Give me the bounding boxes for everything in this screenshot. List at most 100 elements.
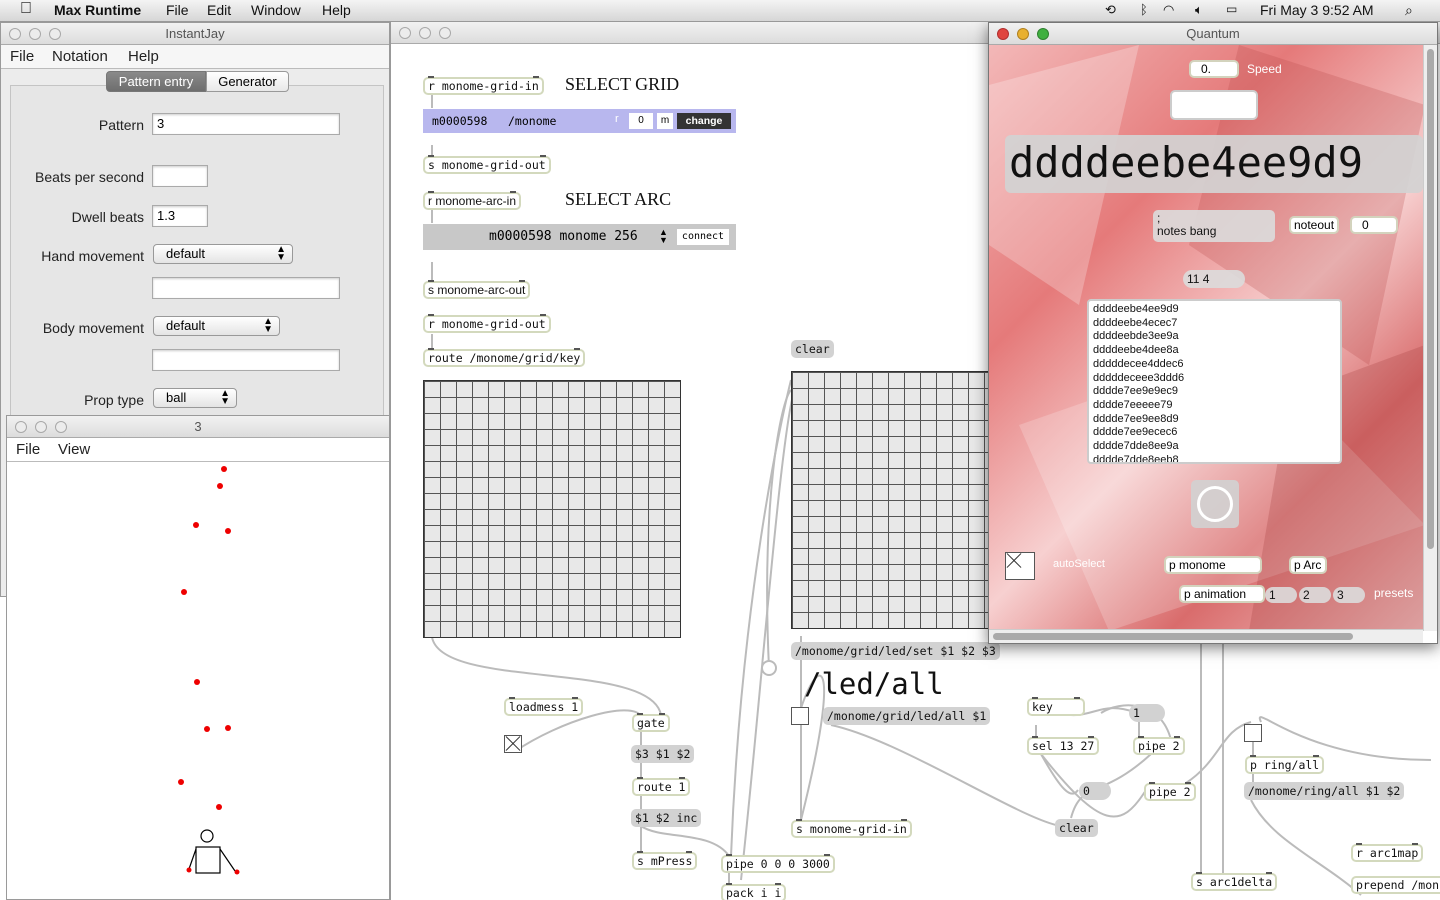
pipe-2-object-b[interactable]: pipe 2 <box>1144 782 1196 801</box>
zoom-button[interactable] <box>55 421 67 433</box>
close-button[interactable] <box>997 28 1009 40</box>
preset-2-button[interactable]: 2 <box>1299 587 1331 603</box>
ring-toggle[interactable] <box>1244 724 1262 742</box>
arc-menu-arrow-icon[interactable]: ▲ ▼ <box>659 228 668 245</box>
hand-movement-custom-field[interactable] <box>152 277 340 299</box>
autoselect-toggle[interactable] <box>1005 552 1035 580</box>
number-zero-message[interactable]: 0 <box>1079 782 1111 800</box>
body-movement-custom-field[interactable] <box>152 349 340 371</box>
loadmess-object[interactable]: loadmess 1 <box>504 697 584 716</box>
pattern-list-item[interactable]: dddddeceee3ddd6 <box>1093 372 1336 386</box>
menu-window[interactable]: Window <box>251 2 301 18</box>
hand-movement-select[interactable]: default ▲ ▼ <box>153 244 293 264</box>
pattern-list-item[interactable]: dddde7dde8eeb8 <box>1093 454 1336 462</box>
inc-message[interactable]: $1 $2 inc <box>631 809 702 827</box>
zoom-button[interactable] <box>49 28 61 40</box>
led-all-button[interactable] <box>761 660 777 676</box>
menu-help[interactable]: Help <box>322 2 351 18</box>
pipe-3000-object[interactable]: pipe 0 0 0 3000 <box>721 854 835 873</box>
apple-menu-icon[interactable]:  <box>20 0 32 18</box>
menubar-clock[interactable]: Fri May 3 9:52 AM <box>1260 2 1374 18</box>
anim-menu-file[interactable]: File <box>16 441 40 458</box>
pattern-list-item[interactable]: ddddeebe4dee8a <box>1093 344 1336 358</box>
clear-message-2[interactable]: clear <box>1055 819 1098 837</box>
minimize-button[interactable] <box>35 421 47 433</box>
pattern-list-item[interactable]: dddddecee4ddec6 <box>1093 358 1336 372</box>
arc-device-menu[interactable]: m0000598 monome 256 <box>489 229 638 244</box>
menu-file[interactable]: File <box>166 2 189 18</box>
pattern-list-item[interactable]: ddddeebe4ecec7 <box>1093 317 1336 331</box>
led-set-message[interactable]: /monome/grid/led/set $1 $2 $3 <box>791 642 1000 660</box>
pattern-list-item[interactable]: ddddeebe4ee9d9 <box>1093 303 1336 317</box>
key-object[interactable]: key <box>1027 697 1085 716</box>
s-monome-grid-out-object[interactable]: s monome-grid-out <box>423 155 551 174</box>
quantum-scrollbar-h[interactable] <box>989 629 1423 643</box>
bluetooth-icon[interactable]: ᛒ <box>1140 2 1148 17</box>
pattern-list-item[interactable]: dddde7dde8ee9a <box>1093 440 1336 454</box>
s-monome-grid-in-object[interactable]: s monome-grid-in <box>791 819 912 838</box>
r-arc1map-object[interactable]: r arc1map <box>1351 843 1424 862</box>
gate-toggle[interactable] <box>504 735 522 753</box>
quantum-scrollbar-v[interactable] <box>1423 45 1437 631</box>
pattern-list-item[interactable]: dddde7ee9ee8d9 <box>1093 413 1336 427</box>
quantum-scrollbar-h-thumb[interactable] <box>993 633 1353 640</box>
pattern-field[interactable]: 3 <box>152 113 340 135</box>
sel-13-27-object[interactable]: sel 13 27 <box>1027 736 1100 755</box>
preset-3-button[interactable]: 3 <box>1333 587 1365 603</box>
arc-connect-button[interactable]: connect <box>677 229 729 245</box>
time-machine-icon[interactable]: ⟲ <box>1105 2 1116 18</box>
app-menu[interactable]: Max Runtime <box>54 2 141 18</box>
menu-edit[interactable]: Edit <box>207 2 231 18</box>
blank-text-box[interactable] <box>1170 90 1258 120</box>
pattern-list[interactable]: ddddeebe4ee9d9 ddddeebe4ecec7 ddddeebde3… <box>1087 299 1342 464</box>
wifi-icon[interactable]: ◠ <box>1163 2 1174 18</box>
r-monome-arc-in-object[interactable]: r monome-arc-in <box>423 191 522 210</box>
noteout-number[interactable]: 0 <box>1350 216 1398 234</box>
s-monome-arc-out-object[interactable]: s monome-arc-out <box>423 280 531 299</box>
zoom-button[interactable] <box>1037 28 1049 40</box>
grid-change-button[interactable]: change <box>677 113 731 129</box>
s-mpress-object[interactable]: s mPress <box>632 851 698 870</box>
p-animation-object[interactable]: p animation <box>1179 585 1265 603</box>
close-button[interactable] <box>9 28 21 40</box>
led-all-message[interactable]: /monome/grid/led/all $1 <box>823 707 991 725</box>
close-button[interactable] <box>15 421 27 433</box>
grid-matrix-right[interactable] <box>791 371 991 629</box>
ij-menu-help[interactable]: Help <box>128 48 159 65</box>
grid-matrix-left[interactable] <box>423 380 681 638</box>
p-arc-object[interactable]: p Arc <box>1289 556 1327 574</box>
p-ring-all-object[interactable]: p ring/all <box>1245 755 1325 774</box>
ij-menu-file[interactable]: File <box>10 48 34 65</box>
r-monome-grid-in-object[interactable]: r monome-grid-in <box>423 76 544 95</box>
pipe-2-object-a[interactable]: pipe 2 <box>1133 736 1185 755</box>
anim-menu-view[interactable]: View <box>58 441 90 458</box>
route-1-object[interactable]: route 1 <box>632 777 691 796</box>
minimize-button[interactable] <box>1017 28 1029 40</box>
tab-pattern-entry[interactable]: Pattern entry <box>106 71 206 92</box>
ring-all-message[interactable]: /monome/ring/all $1 $2 <box>1244 782 1405 800</box>
grid-m-button[interactable]: m <box>657 113 673 129</box>
clear-message-1[interactable]: clear <box>791 340 834 358</box>
noteout-object[interactable]: noteout <box>1289 216 1340 234</box>
pattern-list-item[interactable]: dddde7ee9ecec6 <box>1093 426 1336 440</box>
s-arc1delta-object[interactable]: s arc1delta <box>1191 872 1278 891</box>
speed-number[interactable]: 0. <box>1189 60 1239 78</box>
grid-rotation-number[interactable]: 0 <box>629 113 653 129</box>
ij-menu-notation[interactable]: Notation <box>52 48 108 65</box>
p-monome-object[interactable]: p monome <box>1164 556 1262 574</box>
number-one-message[interactable]: 1 <box>1129 704 1165 722</box>
prepend-object[interactable]: prepend /mon <box>1351 876 1440 894</box>
battery-icon[interactable]: ▭ <box>1226 2 1237 16</box>
r-monome-grid-out-object[interactable]: r monome-grid-out <box>423 314 551 333</box>
pattern-list-item[interactable]: ddddeebde3ee9a <box>1093 330 1336 344</box>
bang-button[interactable] <box>1191 480 1239 528</box>
reorder-message[interactable]: $3 $1 $2 <box>631 745 695 763</box>
gate-object[interactable]: gate <box>632 713 670 732</box>
pattern-list-item[interactable]: dddde7eeeee79 <box>1093 399 1336 413</box>
preset-1-button[interactable]: 1 <box>1265 587 1297 603</box>
dwell-beats-field[interactable]: 1.3 <box>152 205 208 227</box>
body-movement-select[interactable]: default ▲ ▼ <box>153 316 280 336</box>
beats-per-second-field[interactable] <box>152 165 208 187</box>
prop-type-select[interactable]: ball ▲ ▼ <box>153 388 237 408</box>
pattern-list-item[interactable]: dddde7ee9e9ec9 <box>1093 385 1336 399</box>
